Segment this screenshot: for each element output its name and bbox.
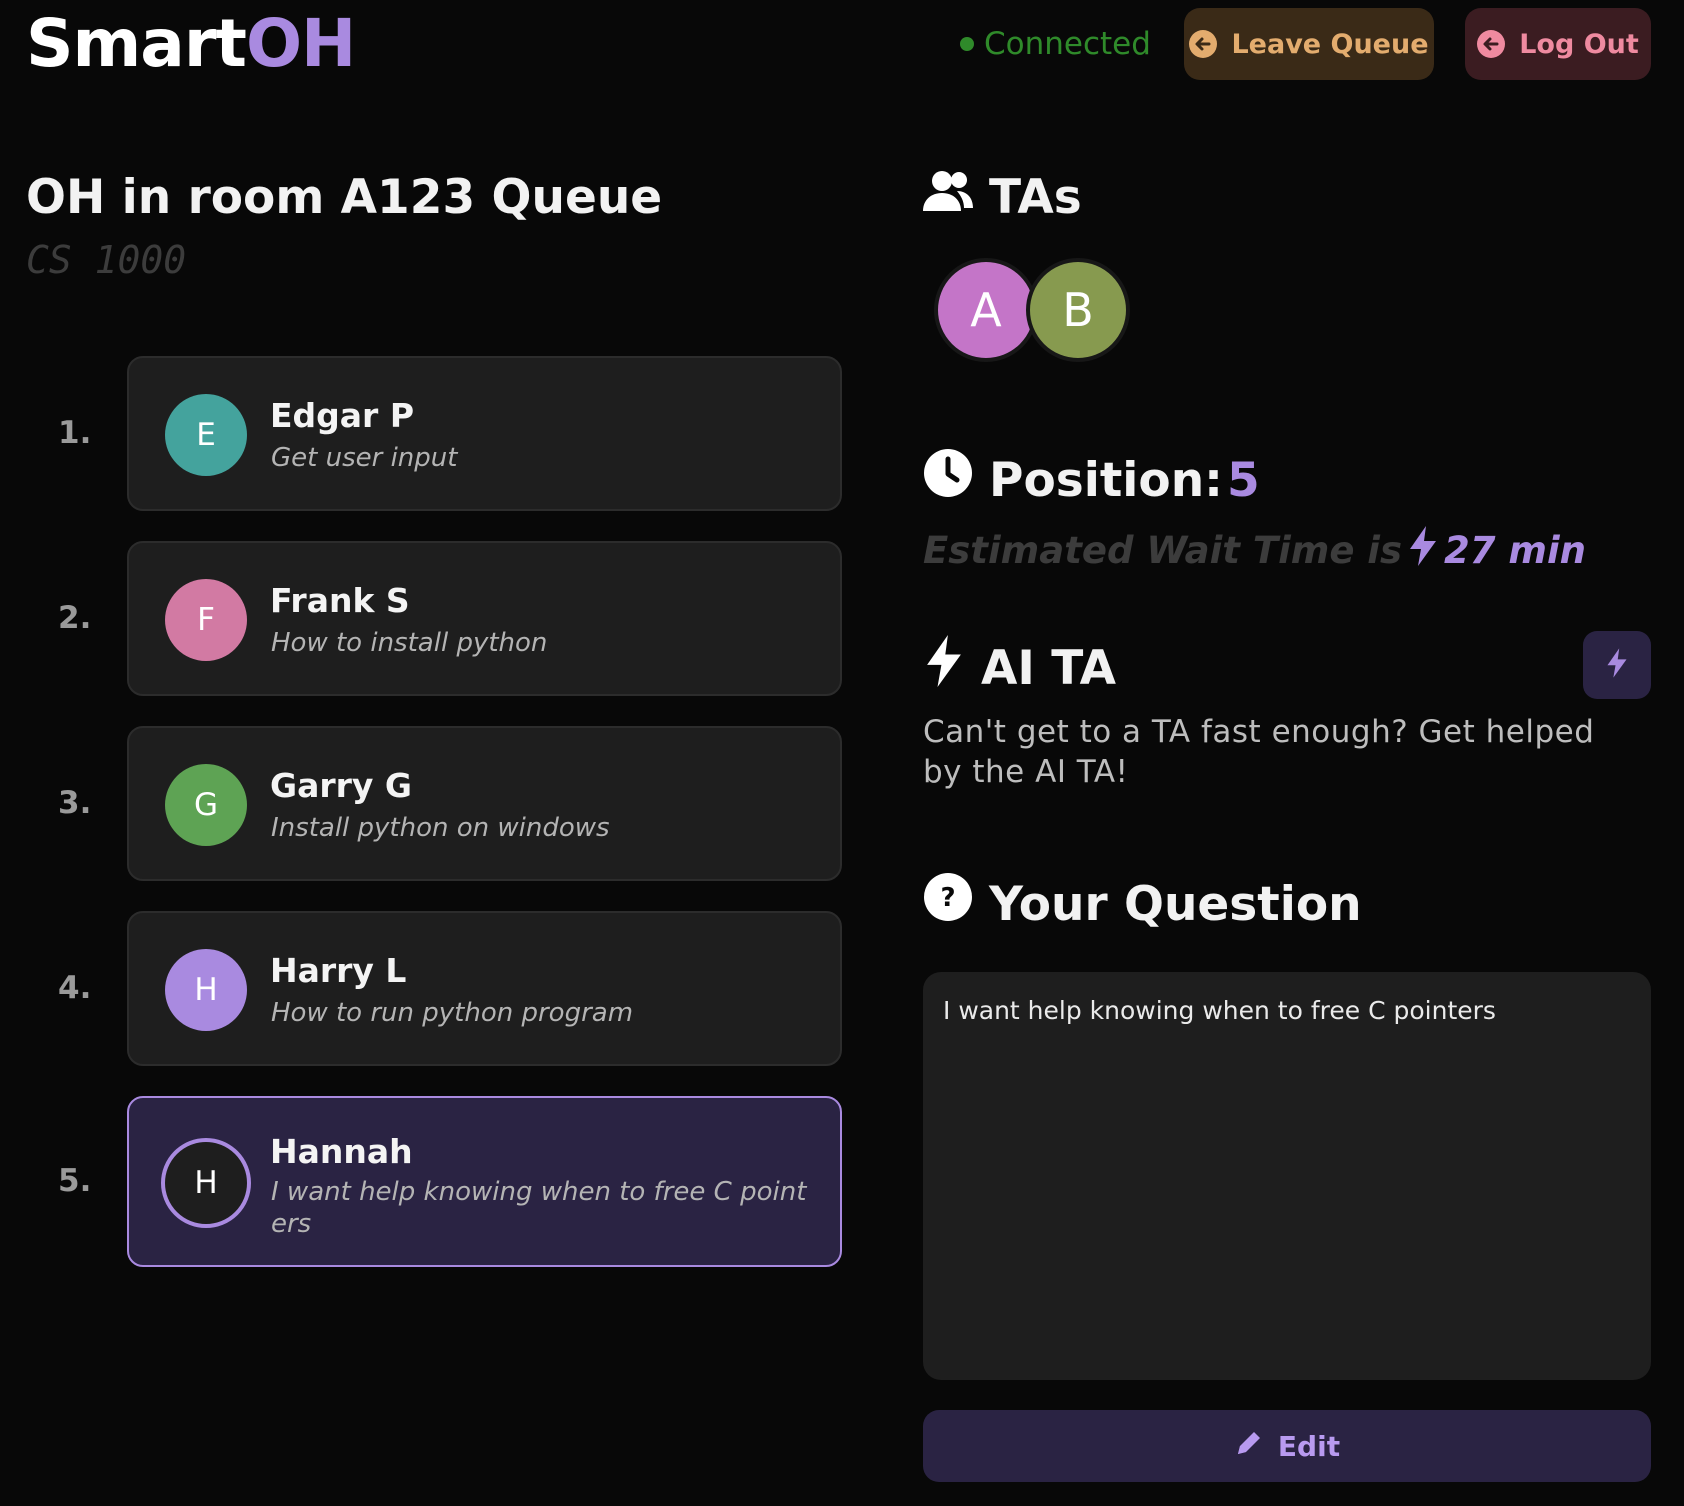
connection-status: Connected: [960, 24, 1151, 64]
queue-entry[interactable]: F Frank S How to install python: [127, 541, 842, 696]
ai-ta-heading: AI TA: [923, 635, 1116, 702]
queue-entry[interactable]: E Edgar P Get user input: [127, 356, 842, 511]
ai-ta-description: Can't get to a TA fast enough? Get helpe…: [923, 714, 1595, 790]
avatar: F: [165, 579, 247, 661]
tas-heading: TAs: [923, 168, 1082, 228]
avatar: H: [161, 1138, 251, 1228]
avatar-initial: H: [194, 972, 218, 1008]
leave-queue-label: Leave Queue: [1231, 28, 1429, 60]
ta-avatar-group: A B: [934, 258, 1130, 362]
svg-text:?: ?: [940, 883, 955, 913]
student-question: Install python on windows: [271, 813, 610, 843]
position-label: Position:: [989, 452, 1223, 508]
queue-entry[interactable]: G Garry G Install python on windows: [127, 726, 842, 881]
queue-position-number: 5.: [58, 1163, 92, 1199]
queue-position-number: 1.: [58, 415, 92, 451]
avatar-initial: H: [194, 1165, 218, 1201]
arrow-left-icon: [1477, 30, 1506, 58]
bolt-icon: [1606, 648, 1628, 682]
queue-entry[interactable]: H Harry L How to run python program: [127, 911, 842, 1066]
ta-avatar[interactable]: A: [934, 258, 1038, 362]
avatar: G: [165, 764, 247, 846]
estimated-wait: Estimated Wait Time is 27 min: [923, 526, 1586, 575]
bolt-icon: [1408, 526, 1438, 575]
bolt-icon: [923, 635, 965, 702]
student-question: How to install python: [271, 628, 548, 658]
ta-initial: A: [970, 283, 1002, 337]
your-question-heading: ? Your Question: [923, 872, 1362, 937]
student-question: Get user input: [271, 443, 458, 473]
wait-prefix: Estimated Wait Time is: [923, 529, 1403, 572]
position-value: 5: [1226, 452, 1260, 508]
ai-ta-button[interactable]: [1583, 631, 1651, 699]
wait-value: 27 min: [1444, 529, 1586, 572]
queue-position-number: 4.: [58, 970, 92, 1006]
student-name: Garry G: [270, 766, 412, 805]
ta-initial: B: [1062, 283, 1094, 337]
arrow-left-icon: [1189, 30, 1218, 58]
your-question-title: Your Question: [989, 876, 1362, 932]
avatar-initial: E: [196, 417, 216, 453]
tas-title: TAs: [989, 170, 1082, 225]
clock-icon: [923, 448, 973, 513]
student-name: Harry L: [270, 951, 407, 990]
student-name: Edgar P: [270, 396, 415, 435]
course-code: CS 1000: [26, 238, 187, 282]
position-heading: Position:5: [923, 448, 1260, 513]
leave-queue-button[interactable]: Leave Queue: [1184, 8, 1434, 80]
ta-avatar[interactable]: B: [1026, 258, 1130, 362]
avatar: E: [165, 394, 247, 476]
avatar-initial: F: [197, 602, 215, 638]
queue-entry-current-user[interactable]: H Hannah I want help knowing when to fre…: [127, 1096, 842, 1267]
queue-title: OH in room A123 Queue: [26, 170, 663, 225]
edit-button[interactable]: Edit: [923, 1410, 1651, 1482]
ai-ta-title: AI TA: [981, 640, 1117, 696]
log-out-label: Log Out: [1519, 28, 1639, 60]
avatar-initial: G: [193, 787, 219, 823]
app-logo: SmartOH: [26, 5, 356, 82]
student-name: Frank S: [270, 581, 410, 620]
logo-main: Smart: [26, 5, 247, 82]
queue-position-number: 3.: [58, 785, 92, 821]
student-question: I want help knowing when to free C point…: [271, 1177, 807, 1239]
question-textarea[interactable]: [923, 972, 1651, 1380]
status-text: Connected: [984, 26, 1151, 62]
student-question: How to run python program: [271, 998, 634, 1028]
avatar: H: [165, 949, 247, 1031]
logo-accent: OH: [245, 5, 356, 82]
student-name: Hannah: [270, 1132, 413, 1171]
status-dot-icon: [960, 37, 974, 51]
queue-position-number: 2.: [58, 600, 92, 636]
users-icon: [923, 168, 973, 228]
log-out-button[interactable]: Log Out: [1465, 8, 1651, 80]
edit-label: Edit: [1277, 1429, 1341, 1463]
pencil-icon: [1234, 1428, 1264, 1465]
question-circle-icon: ?: [923, 872, 973, 937]
